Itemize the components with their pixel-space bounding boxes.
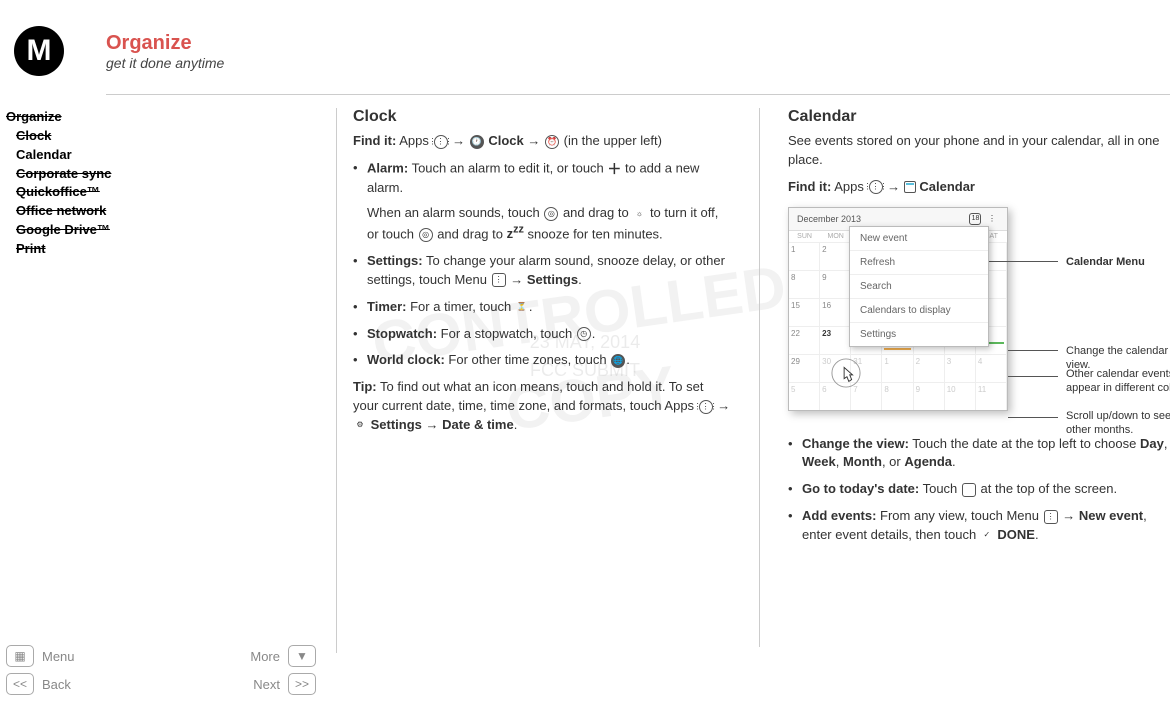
cal-menu-item-refresh[interactable]: Refresh bbox=[850, 251, 988, 275]
cal-cell[interactable]: 9 bbox=[914, 382, 945, 410]
motorola-logo: M bbox=[14, 26, 64, 76]
clock-heading: Clock bbox=[353, 108, 731, 126]
hourglass-icon: ⏳ bbox=[516, 300, 528, 314]
motorola-logo-m-icon: M bbox=[27, 34, 52, 68]
clock-bullet-settings: Settings: To change your alarm sound, sn… bbox=[353, 252, 731, 290]
calendar-bullet-add-events: Add events: From any view, touch Menu ⋮ … bbox=[788, 507, 1170, 545]
cal-menu-item-calendars-to-display[interactable]: Calendars to display bbox=[850, 299, 988, 323]
menu-icon[interactable]: ⋮ bbox=[986, 212, 998, 226]
apps-icon: ⋮⋮⋮ bbox=[699, 400, 713, 414]
calendar-bullet-today: Go to today's date: Touch at the top of … bbox=[788, 480, 1170, 499]
cal-day-header: MON bbox=[820, 231, 851, 242]
calendar-find-it: Find it: Apps ⋮⋮⋮ → Calendar bbox=[788, 178, 1170, 197]
today-icon[interactable]: 18 bbox=[969, 213, 981, 225]
stopwatch-icon: ◷ bbox=[577, 327, 591, 341]
calendar-screenshot: December 2013 18 ⋮ SUNMONTUEWEDTHUFRISAT… bbox=[788, 207, 1008, 411]
alarm-ring-icon: ◎ bbox=[419, 228, 433, 242]
cal-cell[interactable]: 11 bbox=[976, 382, 1007, 410]
callout-event-colors: Other calendar events appear in differen… bbox=[1066, 367, 1170, 396]
back-button[interactable]: << Back bbox=[6, 673, 71, 695]
cal-cell[interactable]: 5 bbox=[789, 382, 820, 410]
header-rule bbox=[106, 94, 1170, 95]
cal-cell[interactable]: 15 bbox=[789, 298, 820, 326]
clock-bullet-stopwatch: Stopwatch: For a stopwatch, touch ◷. bbox=[353, 325, 731, 344]
page-title: Organize bbox=[106, 32, 224, 55]
calendar-heading: Calendar bbox=[788, 108, 1170, 126]
next-button[interactable]: >> Next bbox=[253, 673, 316, 695]
clock-find-it: Find it: Apps ⋮⋮⋮ → 🕐 Clock → ⏰ (in the … bbox=[353, 132, 731, 151]
calendar-month-title[interactable]: December 2013 bbox=[797, 214, 861, 224]
nav-item-corporate-sync[interactable]: Corporate sync bbox=[6, 165, 335, 184]
calendar-app-icon bbox=[904, 181, 916, 193]
cal-menu-item-settings[interactable]: Settings bbox=[850, 323, 988, 346]
clock-bullet-worldclock: World clock: For other time zones, touch… bbox=[353, 351, 731, 370]
plus-icon: ＋ bbox=[607, 161, 621, 177]
nav-item-print[interactable]: Print bbox=[6, 240, 335, 259]
cal-cell[interactable]: 1 bbox=[789, 242, 820, 270]
cal-cell[interactable]: 9 bbox=[820, 270, 851, 298]
prev-icon: << bbox=[6, 673, 34, 695]
cal-cell[interactable]: 3 bbox=[945, 354, 976, 382]
cal-cell[interactable]: 16 bbox=[820, 298, 851, 326]
clock-bullet-timer: Timer: For a timer, touch ⏳. bbox=[353, 298, 731, 317]
calendar-bullet-change-view: Change the view: Touch the date at the t… bbox=[788, 435, 1170, 473]
cal-menu-item-new-event[interactable]: New event bbox=[850, 227, 988, 251]
section-nav: OrganizeClockCalendarCorporate syncQuick… bbox=[6, 108, 335, 259]
page-subtitle: get it done anytime bbox=[106, 55, 224, 71]
cal-cell[interactable]: 1 bbox=[882, 354, 913, 382]
apps-icon: ⋮⋮⋮ bbox=[434, 135, 448, 149]
cal-cell[interactable]: 22 bbox=[789, 326, 820, 354]
alarm-bell-icon: ⏰ bbox=[545, 135, 559, 149]
cal-cell[interactable]: 4 bbox=[976, 354, 1007, 382]
cal-cell[interactable]: 10 bbox=[945, 382, 976, 410]
cal-menu-item-search[interactable]: Search bbox=[850, 275, 988, 299]
clock-bullet-alarm: Alarm: Touch an alarm to edit it, or tou… bbox=[353, 159, 731, 244]
sun-icon: ☼ bbox=[633, 207, 645, 221]
nav-item-google-drive-[interactable]: Google Drive™ bbox=[6, 221, 335, 240]
clock-app-icon: 🕐 bbox=[470, 135, 484, 149]
alarm-ring-icon: ◎ bbox=[544, 207, 558, 221]
hand-cursor-icon bbox=[831, 358, 861, 388]
next-icon: >> bbox=[288, 673, 316, 695]
menu-icon: ⋮ bbox=[1044, 510, 1058, 524]
nav-item-calendar[interactable]: Calendar bbox=[6, 146, 335, 165]
nav-item-quickoffice-[interactable]: Quickoffice™ bbox=[6, 183, 335, 202]
down-arrow-icon: ▼ bbox=[288, 645, 316, 667]
clock-section: Clock Find it: Apps ⋮⋮⋮ → 🕐 Clock → ⏰ (i… bbox=[335, 108, 760, 647]
globe-icon: 🌐 bbox=[611, 354, 625, 368]
settings-gear-icon: ⚙ bbox=[354, 418, 366, 432]
grid-icon: ▦ bbox=[6, 645, 34, 667]
nav-item-clock[interactable]: Clock bbox=[6, 127, 335, 146]
calendar-intro: See events stored on your phone and in y… bbox=[788, 132, 1170, 170]
cal-cell[interactable]: 8 bbox=[789, 270, 820, 298]
cal-cell[interactable]: 29 bbox=[789, 354, 820, 382]
callout-scroll-months: Scroll up/down to see other months. bbox=[1066, 409, 1170, 438]
cal-cell[interactable]: 8 bbox=[882, 382, 913, 410]
cal-cell[interactable]: 2 bbox=[820, 242, 851, 270]
nav-item-office-network[interactable]: Office network bbox=[6, 202, 335, 221]
menu-button[interactable]: ▦ Menu bbox=[6, 645, 75, 667]
more-button[interactable]: ▼ More bbox=[250, 645, 316, 667]
today-outline-icon bbox=[962, 483, 976, 497]
nav-item-organize[interactable]: Organize bbox=[6, 108, 335, 127]
calendar-menu-popup: New eventRefreshSearchCalendars to displ… bbox=[849, 226, 989, 347]
cal-cell[interactable]: 2 bbox=[914, 354, 945, 382]
callout-calendar-menu: Calendar Menu bbox=[1066, 255, 1145, 269]
clock-tip: Tip: To find out what an icon means, tou… bbox=[353, 378, 731, 435]
cal-day-header: SUN bbox=[789, 231, 820, 242]
menu-icon: ⋮ bbox=[492, 273, 506, 287]
cal-cell[interactable]: 23 bbox=[820, 326, 851, 354]
calendar-section: Calendar See events stored on your phone… bbox=[760, 108, 1170, 647]
check-icon: ✓ bbox=[981, 528, 993, 542]
apps-icon: ⋮⋮⋮ bbox=[869, 180, 883, 194]
